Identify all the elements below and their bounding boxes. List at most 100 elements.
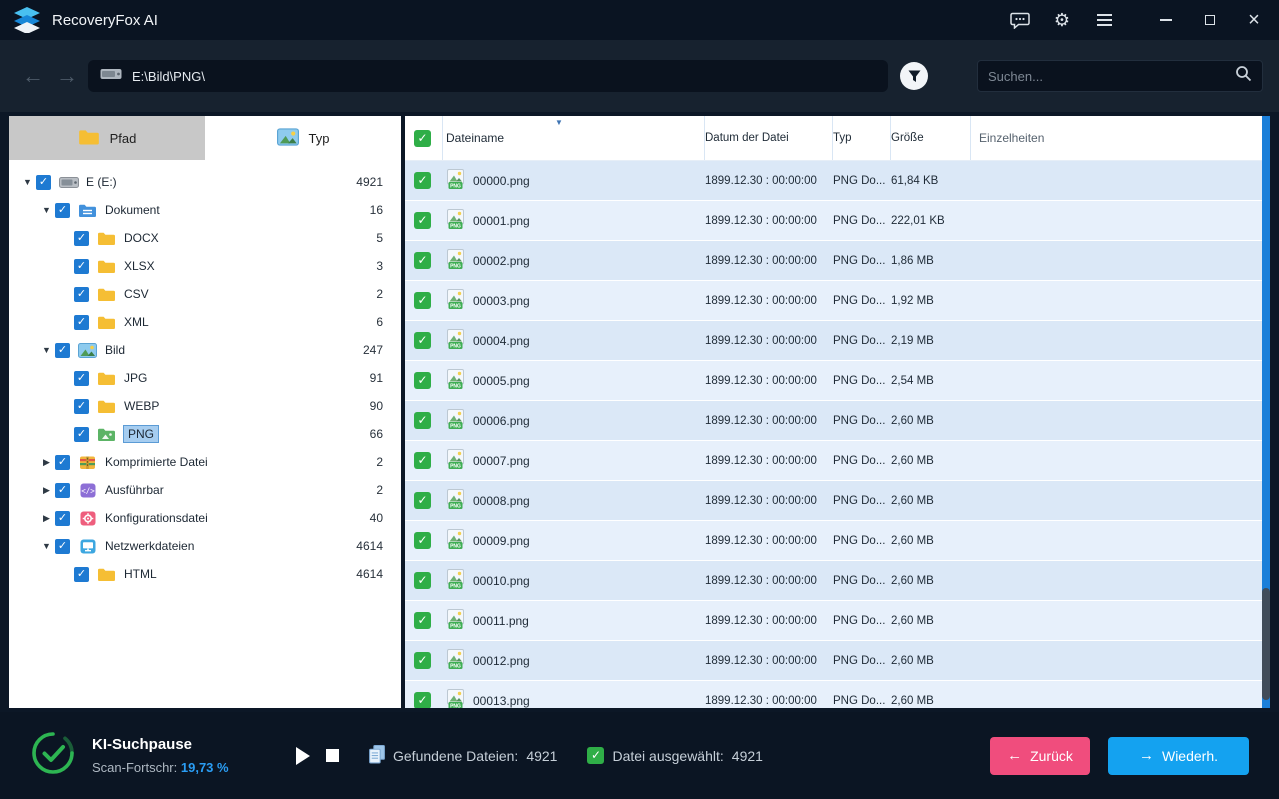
tree-item-konfigurationsdatei[interactable]: ▶Konfigurationsdatei40 (9, 504, 401, 532)
forward-nav-arrow-icon[interactable]: → (50, 63, 84, 89)
tree-item-xml[interactable]: XML6 (9, 308, 401, 336)
back-button[interactable]: ← Zurück (990, 737, 1090, 775)
row-checkbox[interactable] (414, 452, 431, 469)
settings-gear-icon[interactable]: ⚙ (1049, 7, 1075, 33)
table-row[interactable]: PNG00012.png1899.12.30 : 00:00:00PNG Do.… (405, 641, 1270, 681)
tree-item-jpg[interactable]: JPG91 (9, 364, 401, 392)
expand-arrow-icon[interactable]: ▼ (40, 345, 53, 355)
table-row[interactable]: PNG00013.png1899.12.30 : 00:00:00PNG Do.… (405, 681, 1270, 708)
row-checkbox[interactable] (414, 252, 431, 269)
tree-item-png[interactable]: PNG66 (9, 420, 401, 448)
row-checkbox[interactable] (414, 692, 431, 708)
column-groesse[interactable]: Größe (891, 116, 971, 160)
address-bar[interactable]: E:\Bild\PNG\ (88, 60, 888, 92)
tree-item-label: Dokument (105, 203, 160, 217)
tree-checkbox[interactable] (74, 399, 89, 414)
tree-checkbox[interactable] (55, 483, 70, 498)
table-row[interactable]: PNG00002.png1899.12.30 : 00:00:00PNG Do.… (405, 241, 1270, 281)
tree-checkbox[interactable] (55, 343, 70, 358)
expand-arrow-icon[interactable]: ▼ (40, 541, 53, 551)
tree-item-webp[interactable]: WEBP90 (9, 392, 401, 420)
tree-item-csv[interactable]: CSV2 (9, 280, 401, 308)
table-row[interactable]: PNG00006.png1899.12.30 : 00:00:00PNG Do.… (405, 401, 1270, 441)
stop-button[interactable] (326, 749, 339, 762)
tree-checkbox[interactable] (74, 259, 89, 274)
table-row[interactable]: PNG00005.png1899.12.30 : 00:00:00PNG Do.… (405, 361, 1270, 401)
tab-pfad[interactable]: Pfad (9, 116, 205, 160)
expand-arrow-icon[interactable]: ▼ (40, 205, 53, 215)
search-input[interactable] (988, 69, 1235, 84)
tree-item-komprimierte-datei[interactable]: ▶Komprimierte Datei2 (9, 448, 401, 476)
row-checkbox[interactable] (414, 492, 431, 509)
table-row[interactable]: PNG00001.png1899.12.30 : 00:00:00PNG Do.… (405, 201, 1270, 241)
tree-item-docx[interactable]: DOCX5 (9, 224, 401, 252)
tree-item-bild[interactable]: ▼Bild247 (9, 336, 401, 364)
tree-checkbox[interactable] (74, 315, 89, 330)
vertical-scrollbar[interactable] (1262, 116, 1270, 708)
row-checkbox[interactable] (414, 212, 431, 229)
row-checkbox[interactable] (414, 372, 431, 389)
expand-arrow-icon[interactable]: ▶ (40, 513, 53, 524)
tree-checkbox[interactable] (74, 371, 89, 386)
tab-typ[interactable]: Typ (205, 116, 401, 160)
row-checkbox[interactable] (414, 412, 431, 429)
column-einzelheiten[interactable]: Einzelheiten (971, 116, 1270, 160)
row-checkbox[interactable] (414, 652, 431, 669)
column-dateiname[interactable]: ▼ Dateiname (443, 116, 705, 160)
resume-play-button[interactable] (296, 747, 310, 765)
column-datum[interactable]: Datum der Datei (705, 116, 833, 160)
tree-item-count: 5 (376, 231, 383, 245)
tree-checkbox[interactable] (55, 511, 70, 526)
tree-item-label: Bild (105, 343, 125, 357)
column-typ[interactable]: Typ (833, 116, 891, 160)
row-checkbox[interactable] (414, 612, 431, 629)
tree-checkbox[interactable] (55, 203, 70, 218)
feedback-chat-icon[interactable] (1007, 7, 1033, 33)
filter-button[interactable] (900, 62, 928, 90)
row-checkbox[interactable] (414, 332, 431, 349)
scrollbar-thumb[interactable] (1262, 588, 1270, 700)
tree-checkbox[interactable] (55, 539, 70, 554)
row-checkbox[interactable] (414, 292, 431, 309)
tree-checkbox[interactable] (74, 231, 89, 246)
tree-checkbox[interactable] (74, 427, 89, 442)
tree-item-dokument[interactable]: ▼Dokument16 (9, 196, 401, 224)
tree-checkbox[interactable] (74, 287, 89, 302)
file-type: PNG Do... (833, 601, 891, 640)
tree-checkbox[interactable] (74, 567, 89, 582)
row-checkbox[interactable] (414, 572, 431, 589)
select-all-checkbox[interactable] (414, 130, 431, 147)
expand-arrow-icon[interactable]: ▼ (21, 177, 34, 187)
minimize-button[interactable] (1153, 7, 1179, 33)
tree-item-ausf-hrbar[interactable]: ▶</>Ausführbar2 (9, 476, 401, 504)
expand-arrow-icon[interactable]: ▶ (40, 485, 53, 496)
expand-arrow-icon[interactable]: ▶ (40, 457, 53, 468)
table-row[interactable]: PNG00009.png1899.12.30 : 00:00:00PNG Do.… (405, 521, 1270, 561)
table-row[interactable]: PNG00011.png1899.12.30 : 00:00:00PNG Do.… (405, 601, 1270, 641)
table-row[interactable]: PNG00008.png1899.12.30 : 00:00:00PNG Do.… (405, 481, 1270, 521)
file-type: PNG Do... (833, 521, 891, 560)
redo-button[interactable]: → Wiederh. (1108, 737, 1249, 775)
back-nav-arrow-icon[interactable]: ← (16, 63, 50, 89)
file-name: 00012.png (473, 654, 530, 668)
sort-arrow-icon[interactable]: ▼ (555, 118, 563, 127)
tree-item-html[interactable]: HTML4614 (9, 560, 401, 588)
file-size: 2,60 MB (891, 401, 971, 440)
table-row[interactable]: PNG00010.png1899.12.30 : 00:00:00PNG Do.… (405, 561, 1270, 601)
table-row[interactable]: PNG00000.png1899.12.30 : 00:00:00PNG Do.… (405, 161, 1270, 201)
tree-checkbox[interactable] (55, 455, 70, 470)
maximize-button[interactable] (1197, 7, 1223, 33)
table-row[interactable]: PNG00004.png1899.12.30 : 00:00:00PNG Do.… (405, 321, 1270, 361)
tree-item-e-e-[interactable]: ▼E (E:)4921 (9, 168, 401, 196)
search-icon[interactable] (1235, 65, 1252, 87)
table-row[interactable]: PNG00003.png1899.12.30 : 00:00:00PNG Do.… (405, 281, 1270, 321)
close-button[interactable]: × (1241, 7, 1267, 33)
row-checkbox[interactable] (414, 532, 431, 549)
table-row[interactable]: PNG00007.png1899.12.30 : 00:00:00PNG Do.… (405, 441, 1270, 481)
png-file-icon: PNG (446, 569, 465, 593)
tree-item-netzwerkdateien[interactable]: ▼Netzwerkdateien4614 (9, 532, 401, 560)
tree-item-xlsx[interactable]: XLSX3 (9, 252, 401, 280)
menu-icon[interactable] (1091, 7, 1117, 33)
row-checkbox[interactable] (414, 172, 431, 189)
tree-checkbox[interactable] (36, 175, 51, 190)
